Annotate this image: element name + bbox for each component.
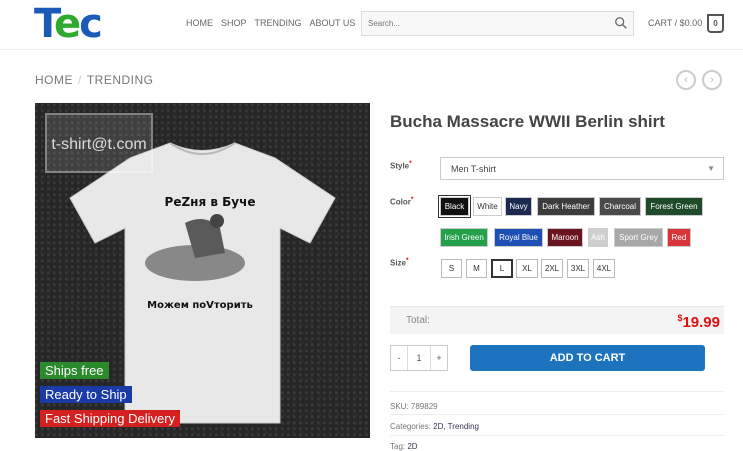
shirt-top-text: РеZня в Буче xyxy=(165,195,256,209)
prev-product-icon[interactable]: ‹ xyxy=(676,70,696,90)
color-swatch-charcoal[interactable]: Charcoal xyxy=(599,197,641,216)
size-label: Size* xyxy=(390,257,409,268)
price-value: 19.99 xyxy=(682,314,720,331)
color-swatch-white[interactable]: White xyxy=(473,197,502,216)
color-swatch-black[interactable]: Black xyxy=(438,195,471,218)
cart-link[interactable]: CART / $0.00 xyxy=(648,18,702,28)
color-swatch-forest-green[interactable]: Forest Green xyxy=(645,197,703,216)
color-swatch-maroon[interactable]: Maroon xyxy=(547,228,583,247)
categories-label: Categories: xyxy=(390,422,431,431)
ships-free-badge: Ships free xyxy=(40,362,109,379)
nav-shop[interactable]: SHOP xyxy=(221,18,247,28)
watermark: t-shirt@t.com xyxy=(45,113,153,173)
qty-input[interactable]: 1 xyxy=(406,346,432,370)
cart-count-icon[interactable]: 0 xyxy=(707,14,724,33)
qty-minus-button[interactable]: - xyxy=(391,346,407,370)
style-label-text: Style xyxy=(390,161,410,171)
total-label: Total: xyxy=(406,315,430,326)
size-label-text: Size xyxy=(390,258,407,268)
nav-about-us[interactable]: ABOUT US xyxy=(310,18,356,28)
size-option-xl[interactable]: XL xyxy=(516,259,538,278)
color-swatch-dark-heather[interactable]: Dark Heather xyxy=(537,197,595,216)
site-header: Tec HOME SHOP TRENDING ABOUT US CART / $… xyxy=(0,0,743,50)
color-swatch-royal-blue[interactable]: Royal Blue xyxy=(494,228,543,247)
divider xyxy=(390,391,724,392)
total-box: Total: $19.99 xyxy=(390,306,724,334)
color-label-text: Color xyxy=(390,197,411,207)
logo-letter: c xyxy=(79,1,103,47)
color-swatch-navy[interactable]: Navy xyxy=(505,197,532,216)
ready-to-ship-badge: Ready to Ship xyxy=(40,386,132,403)
breadcrumb-trending[interactable]: TRENDING xyxy=(87,73,154,87)
category-links[interactable]: 2D, Trending xyxy=(433,422,479,431)
size-option-s[interactable]: S xyxy=(441,259,462,278)
size-option-3xl[interactable]: 3XL xyxy=(567,259,589,278)
product-title: Bucha Massacre WWII Berlin shirt xyxy=(390,112,665,131)
categories: Categories: 2D, Trending xyxy=(390,422,479,431)
color-swatch-red[interactable]: Red xyxy=(667,228,691,247)
style-label: Style* xyxy=(390,160,412,171)
product-image[interactable]: РеZня в Буче Можем поVторить t-shirt@t.c… xyxy=(35,103,370,438)
color-label: Color* xyxy=(390,196,414,207)
divider xyxy=(390,435,724,436)
tag-label: Tag: xyxy=(390,442,406,451)
main-nav: HOME SHOP TRENDING ABOUT US xyxy=(186,18,355,28)
quantity-stepper: - 1 + xyxy=(390,345,448,371)
breadcrumb-home[interactable]: HOME xyxy=(35,73,73,87)
nav-trending[interactable]: TRENDING xyxy=(255,18,302,28)
logo-letter: T xyxy=(34,1,56,47)
logo-letter: e xyxy=(53,1,81,47)
site-logo[interactable]: Tec xyxy=(34,1,103,47)
sku: SKU: 789829 xyxy=(390,402,438,411)
style-selected-value: Men T-shirt xyxy=(451,164,496,174)
search-input[interactable] xyxy=(362,12,602,35)
color-swatch-irish-green[interactable]: Irish Green xyxy=(440,228,488,247)
add-to-cart-button[interactable]: ADD TO CART xyxy=(470,345,705,371)
total-price: $19.99 xyxy=(677,313,720,331)
breadcrumb: HOME / TRENDING xyxy=(35,73,154,87)
size-option-4xl[interactable]: 4XL xyxy=(593,259,615,278)
breadcrumb-separator: / xyxy=(78,73,82,87)
logo-fade xyxy=(112,2,172,42)
next-product-icon[interactable]: › xyxy=(702,70,722,90)
tags: Tag: 2D xyxy=(390,442,418,451)
shirt-bottom-text: Можем поVторить xyxy=(147,300,253,311)
size-option-m[interactable]: M xyxy=(466,259,487,278)
size-option-2xl[interactable]: 2XL xyxy=(541,259,563,278)
style-select[interactable]: Men T-shirt ▼ xyxy=(440,157,724,180)
search-icon[interactable] xyxy=(614,16,628,30)
nav-home[interactable]: HOME xyxy=(186,18,213,28)
tag-link[interactable]: 2D xyxy=(407,442,417,451)
search-box xyxy=(361,11,634,36)
color-swatch-sport-grey[interactable]: Sport Grey xyxy=(614,228,663,247)
divider xyxy=(390,414,724,415)
fast-shipping-badge: Fast Shipping Delivery xyxy=(40,410,181,427)
size-option-l[interactable]: L xyxy=(491,259,513,278)
color-swatch-ash[interactable]: Ash xyxy=(588,228,608,247)
chevron-down-icon: ▼ xyxy=(707,164,715,173)
qty-plus-button[interactable]: + xyxy=(431,346,447,370)
